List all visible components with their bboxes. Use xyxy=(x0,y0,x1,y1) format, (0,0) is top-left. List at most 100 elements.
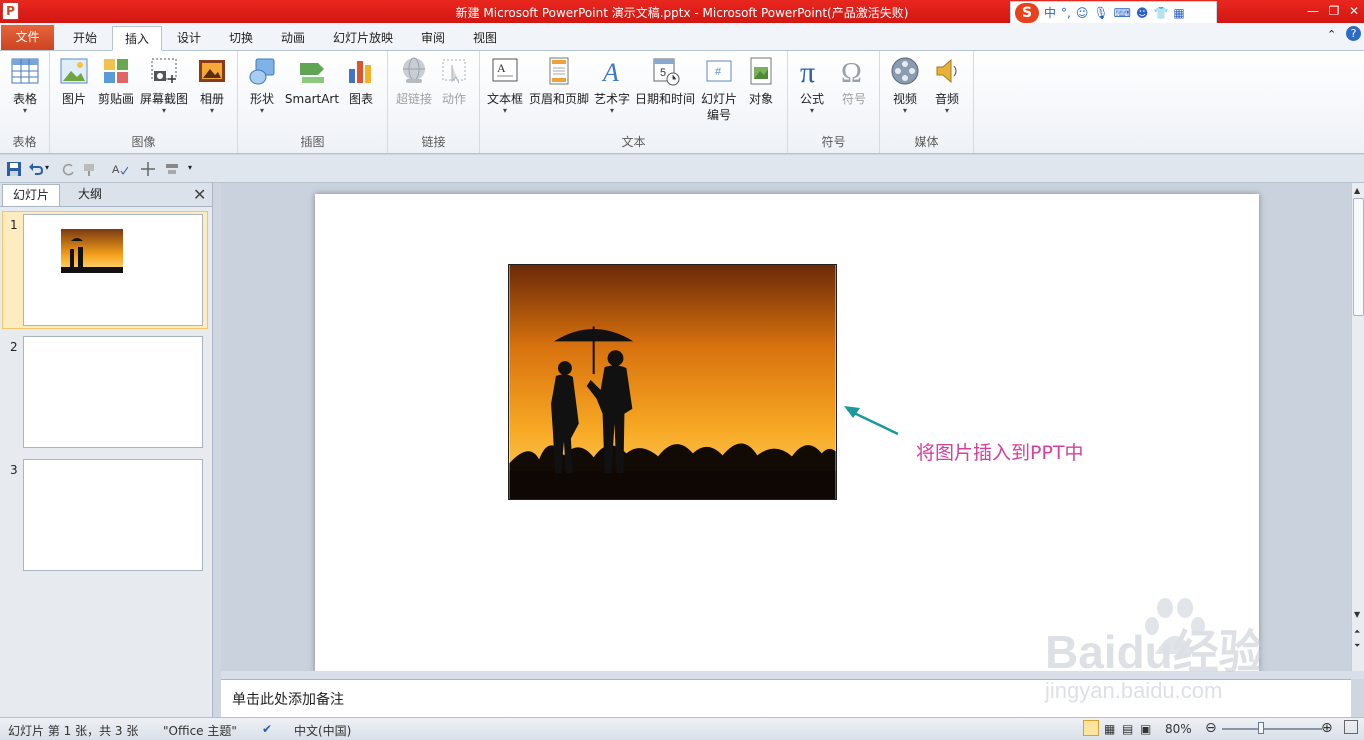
baidu-jingyan-watermark: Baidu经验 jingyan.baidu.com xyxy=(1044,598,1265,703)
omega-icon: Ω xyxy=(841,58,862,87)
fit-slide-icon[interactable] xyxy=(1344,720,1358,734)
customize-qat-icon[interactable]: ▾ xyxy=(188,163,192,172)
close-button[interactable]: ✕ xyxy=(1344,2,1364,20)
zoom-in-icon[interactable]: ⊕ xyxy=(1321,720,1333,736)
video-button[interactable]: 视频 ▾ xyxy=(886,55,924,115)
language[interactable]: 中文(中国) xyxy=(294,722,351,739)
wordart-icon: A xyxy=(601,58,619,87)
tab-slideshow[interactable]: 幻灯片放映 xyxy=(326,26,400,51)
slide-number-button[interactable]: # 幻灯片 编号 xyxy=(698,55,740,123)
group-illustrations: 形状 ▾ SmartArt 图表 插图 xyxy=(238,51,388,153)
sogou-logo-icon[interactable]: S xyxy=(1015,2,1039,23)
previous-slide-icon[interactable]: ⏶ xyxy=(1354,627,1360,637)
notes-placeholder[interactable]: 单击此处添加备注 xyxy=(232,689,344,709)
ime-toolbar[interactable]: S 中 °, ☺ 🎙 ⌨ ☻ 👕 ▦ xyxy=(1010,1,1217,24)
wordart-button[interactable]: A 艺术字 ▾ xyxy=(592,55,632,115)
chart-icon xyxy=(349,61,371,83)
textbox-button[interactable]: A 文本框 ▾ xyxy=(484,55,526,115)
normal-view-icon[interactable] xyxy=(1083,720,1099,736)
redo-icon[interactable] xyxy=(60,161,76,177)
zoom-slider-thumb[interactable] xyxy=(1257,722,1264,734)
textbox-icon: A xyxy=(492,58,518,82)
action-button[interactable]: 动作 xyxy=(436,55,472,107)
group-label: 符号 xyxy=(821,135,846,149)
align-icon[interactable] xyxy=(164,161,180,177)
tab-animations[interactable]: 动画 xyxy=(270,26,316,51)
pointer-icon[interactable] xyxy=(140,161,156,177)
group-symbols: π 公式 ▾ Ω 符号 符号 xyxy=(788,51,880,153)
ime-punct[interactable]: °, xyxy=(1061,6,1071,20)
shapes-icon xyxy=(249,58,275,85)
tab-slides[interactable]: 幻灯片 xyxy=(2,184,60,206)
vertical-scrollbar[interactable]: ▲ ▼ ⏶ ⏷ xyxy=(1351,183,1364,671)
grid-icon[interactable]: ▦ xyxy=(1173,6,1184,20)
user-icon[interactable]: ☻ xyxy=(1136,6,1149,20)
smartart-icon xyxy=(300,63,324,83)
tab-home[interactable]: 开始 xyxy=(62,26,108,51)
slide-thumbnail-2[interactable]: 2 xyxy=(0,336,212,451)
scroll-up-icon[interactable]: ▲ xyxy=(1354,186,1360,195)
emoji-icon[interactable]: ☺ xyxy=(1076,6,1089,20)
tab-file[interactable]: 文件 xyxy=(1,25,54,50)
table-button[interactable]: 表格 ▾ xyxy=(4,55,46,115)
header-footer-button[interactable]: 页眉和页脚 xyxy=(528,55,590,107)
help-icon[interactable]: ? xyxy=(1346,26,1361,41)
reading-view-icon[interactable]: ▤ xyxy=(1122,722,1133,736)
next-slide-icon[interactable]: ⏷ xyxy=(1354,641,1360,651)
clipart-button[interactable]: 剪贴画 xyxy=(96,55,136,107)
zoom-out-icon[interactable]: ⊖ xyxy=(1205,720,1217,736)
shapes-button[interactable]: 形状 ▾ xyxy=(244,55,280,115)
inserted-photo[interactable] xyxy=(508,264,837,500)
spelling-icon[interactable]: A xyxy=(112,161,128,177)
screenshot-button[interactable]: 屏幕截图 ▾ xyxy=(138,55,190,115)
ribbon-tabs: 文件 开始 插入 设计 切换 动画 幻灯片放映 审阅 视图 ⌃ ? xyxy=(0,23,1364,51)
save-icon[interactable] xyxy=(6,161,22,177)
action-icon xyxy=(442,59,466,84)
undo-dropdown-icon[interactable]: ▾ xyxy=(45,163,49,172)
slide-thumbnail-1[interactable]: 1 xyxy=(0,211,212,329)
slide-thumbnail-3[interactable]: 3 xyxy=(0,459,212,574)
slide-number-icon: # xyxy=(706,60,732,82)
picture-button[interactable]: 图片 xyxy=(56,55,92,107)
mic-icon[interactable]: 🎙 xyxy=(1093,6,1108,20)
shirt-icon[interactable]: 👕 xyxy=(1153,6,1168,20)
minimize-button[interactable]: — xyxy=(1303,2,1323,20)
tab-outline[interactable]: 大纲 xyxy=(62,184,118,206)
theme-name[interactable]: "Office 主题" xyxy=(163,722,237,739)
chart-button[interactable]: 图表 xyxy=(342,55,380,107)
undo-icon[interactable] xyxy=(28,161,44,177)
keyboard-icon[interactable]: ⌨ xyxy=(1114,6,1131,20)
slide-sorter-icon[interactable]: ▦ xyxy=(1104,722,1115,736)
tab-view[interactable]: 视图 xyxy=(462,26,508,51)
format-painter-icon[interactable] xyxy=(82,161,98,177)
audio-button[interactable]: 音频 ▾ xyxy=(928,55,966,115)
group-label: 媒体 xyxy=(914,135,939,149)
annotation-text: 将图片插入到PPT中 xyxy=(916,442,1084,464)
scroll-down-icon[interactable]: ▼ xyxy=(1354,610,1360,619)
object-icon xyxy=(750,57,772,85)
equation-button[interactable]: π 公式 ▾ xyxy=(794,55,830,115)
zoom-level[interactable]: 80% xyxy=(1165,722,1192,736)
hyperlink-button[interactable]: 超链接 xyxy=(392,55,436,107)
object-button[interactable]: 对象 xyxy=(742,55,780,107)
spelling-check-icon[interactable]: ✔ xyxy=(262,722,272,736)
thumbnail-photo xyxy=(61,229,123,273)
scrollbar-thumb[interactable] xyxy=(1353,198,1364,316)
close-pane-icon[interactable]: ✕ xyxy=(193,185,206,204)
tab-transitions[interactable]: 切换 xyxy=(218,26,264,51)
album-button[interactable]: 相册 ▾ xyxy=(194,55,230,115)
tab-design[interactable]: 设计 xyxy=(166,26,212,51)
symbol-button[interactable]: Ω 符号 xyxy=(836,55,872,107)
slideshow-icon[interactable]: ▣ xyxy=(1140,722,1151,736)
group-label: 文本 xyxy=(621,135,646,149)
collapse-ribbon-icon[interactable]: ⌃ xyxy=(1327,28,1336,41)
smartart-button[interactable]: SmartArt xyxy=(284,55,340,107)
header-footer-icon xyxy=(549,57,569,85)
zoom-slider[interactable] xyxy=(1222,728,1322,730)
film-reel-icon xyxy=(891,57,919,85)
restore-button[interactable]: ❐ xyxy=(1324,2,1344,20)
tab-review[interactable]: 审阅 xyxy=(410,26,456,51)
tab-insert[interactable]: 插入 xyxy=(112,26,162,51)
ime-mode[interactable]: 中 xyxy=(1044,4,1056,21)
date-time-button[interactable]: 5 日期和时间 xyxy=(634,55,696,107)
